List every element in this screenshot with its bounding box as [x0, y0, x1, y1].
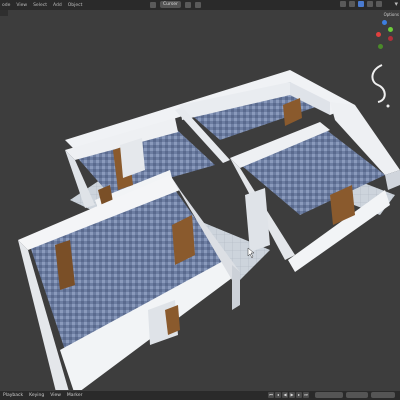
orientation-icon[interactable]: [150, 1, 156, 8]
window-control-icon[interactable]: ▾: [394, 0, 398, 8]
playback-controls: ⏮ ◂ ◀ ▶ ▸ ⏭: [268, 392, 309, 398]
proportional-edit-icon[interactable]: [194, 1, 201, 8]
y-axis-icon[interactable]: [388, 27, 393, 32]
options-label[interactable]: Options: [384, 12, 399, 17]
play-reverse-icon[interactable]: ◀: [282, 392, 288, 398]
end-frame-field[interactable]: [371, 392, 395, 398]
wall-front-right-face: [232, 265, 240, 310]
top-header-bar: ode View Select Add Object Curser ▾: [0, 0, 400, 10]
solid-shading-icon[interactable]: [358, 1, 364, 7]
overlay-icon[interactable]: [340, 1, 346, 7]
view-menu-timeline[interactable]: View: [50, 393, 61, 398]
start-frame-field[interactable]: [346, 392, 368, 398]
play-icon[interactable]: ▶: [289, 392, 295, 398]
3d-viewport[interactable]: [0, 10, 400, 390]
header-menu: ode View Select Add Object: [2, 3, 82, 8]
playback-menu[interactable]: Playback: [3, 393, 23, 398]
keying-menu[interactable]: Keying: [29, 393, 44, 398]
object-menu[interactable]: Object: [68, 3, 83, 8]
jump-start-icon[interactable]: ⏮: [268, 392, 274, 398]
navigation-gizmo[interactable]: [374, 20, 396, 54]
add-menu[interactable]: Add: [53, 3, 62, 8]
rendered-shading-icon[interactable]: [376, 1, 382, 7]
z-axis-icon[interactable]: [382, 20, 387, 25]
xray-icon[interactable]: [349, 1, 355, 7]
negative-y-axis-icon[interactable]: [378, 44, 383, 49]
shading-controls: [340, 1, 382, 7]
snap-icon[interactable]: [184, 1, 191, 8]
annotation-dot: [386, 104, 390, 108]
select-menu[interactable]: Select: [33, 3, 47, 8]
material-shading-icon[interactable]: [367, 1, 373, 7]
transform-orientation-dropdown[interactable]: Curser: [160, 1, 181, 8]
current-frame-field[interactable]: [315, 392, 343, 398]
next-key-icon[interactable]: ▸: [296, 392, 302, 398]
annotation-scribble: [371, 64, 386, 103]
prev-key-icon[interactable]: ◂: [275, 392, 281, 398]
mode-menu[interactable]: ode: [2, 3, 10, 8]
view-menu[interactable]: View: [16, 3, 27, 8]
x-axis-icon[interactable]: [376, 32, 381, 37]
negative-x-axis-icon[interactable]: [388, 36, 393, 41]
jump-end-icon[interactable]: ⏭: [303, 392, 309, 398]
timeline-bar: Playback Keying View Marker ⏮ ◂ ◀ ▶ ▸ ⏭: [0, 391, 400, 400]
marker-menu[interactable]: Marker: [67, 393, 83, 398]
transform-controls: Curser: [150, 1, 201, 8]
